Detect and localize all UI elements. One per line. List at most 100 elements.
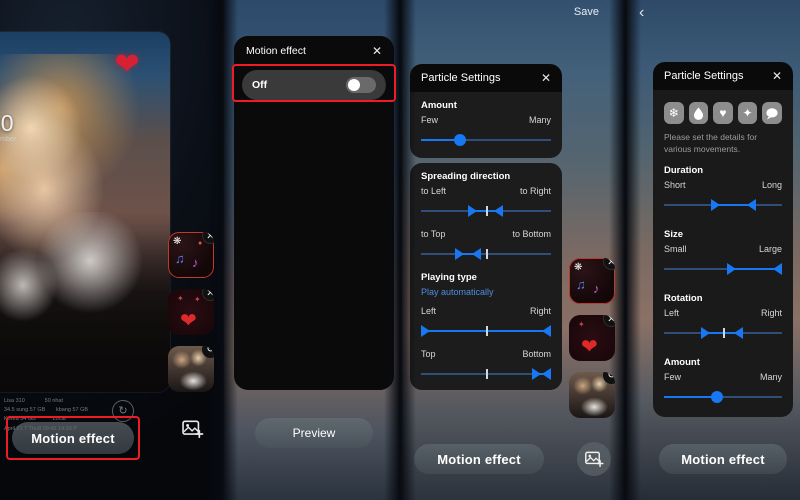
- motion-effect-toggle[interactable]: [346, 77, 376, 93]
- group-endpoints: to Top to Bottom: [421, 229, 551, 239]
- particle-type-sparkle[interactable]: ✦: [737, 102, 758, 124]
- heart-icon: ❤: [180, 310, 197, 332]
- duration-slider[interactable]: [664, 198, 782, 211]
- heart-icon: ♥: [719, 106, 727, 120]
- group-endpoints: Top Bottom: [421, 349, 551, 359]
- slider-center-tick: [723, 327, 725, 338]
- group-title: Duration: [664, 164, 704, 176]
- slider-center-tick: [486, 369, 488, 379]
- group-title: Size: [664, 228, 684, 240]
- amount-slider[interactable]: [421, 134, 551, 146]
- motion-effect-button[interactable]: Motion effect: [414, 444, 544, 474]
- range-thumb-left[interactable]: [454, 248, 464, 260]
- remove-sticker-button[interactable]: ✕: [603, 258, 615, 270]
- slider-center-tick: [486, 249, 488, 259]
- group-amount: Amount Few Many: [410, 92, 562, 158]
- range-right-label: Many: [759, 371, 782, 382]
- particle-type-snowflake[interactable]: ❄: [664, 102, 684, 124]
- range-thumb-right[interactable]: [542, 325, 551, 337]
- rotation-slider[interactable]: [664, 326, 782, 339]
- slider-center-tick: [486, 326, 488, 336]
- group-title: Spreading direction: [421, 171, 511, 182]
- size-slider[interactable]: [664, 262, 782, 275]
- rail-item-heart[interactable]: ❤ ✦ ✦ ✕: [168, 289, 214, 335]
- meta-right-1: 50 nhat: [44, 397, 64, 404]
- group-endpoints: Few Many: [664, 372, 782, 382]
- group-spreading-direction: Spreading direction to Left to Right to …: [410, 163, 562, 390]
- range-thumb-left[interactable]: [726, 262, 736, 275]
- remove-sticker-button[interactable]: ✕: [202, 232, 214, 244]
- dot-icon: ●: [198, 240, 203, 247]
- meta-line-2: 34.5 sung 57 GB: [4, 406, 46, 413]
- add-image-button[interactable]: [577, 442, 611, 476]
- rotate-sticker-button[interactable]: ↻: [202, 346, 214, 358]
- range-right-label: Right: [529, 306, 551, 316]
- range-right-label: Long: [761, 179, 782, 190]
- particle-settings-sheet: Particle Settings ✕ Amount Few Many Spre…: [410, 64, 562, 395]
- range-left-label: Short: [664, 179, 686, 190]
- preview-button[interactable]: Preview: [255, 418, 373, 448]
- amount-slider[interactable]: [664, 390, 782, 403]
- range-thumb-right[interactable]: [747, 198, 757, 211]
- lockscreen-clock: 09:10: [0, 110, 15, 136]
- playing-horizontal-slider[interactable]: [421, 325, 551, 337]
- range-left-label: Left: [421, 306, 437, 316]
- range-thumb-right[interactable]: [542, 368, 551, 380]
- save-button[interactable]: Save: [574, 6, 599, 18]
- range-thumb-right[interactable]: [734, 326, 744, 339]
- close-icon[interactable]: ✕: [772, 70, 782, 82]
- playing-vertical-slider[interactable]: [421, 368, 551, 380]
- particle-type-heart[interactable]: ♥: [713, 102, 733, 124]
- range-thumb-right[interactable]: [471, 248, 481, 260]
- group-title: Amount: [664, 356, 700, 368]
- slider-thumb[interactable]: [711, 390, 724, 403]
- range-thumb-right[interactable]: [493, 205, 503, 217]
- range-thumb-left[interactable]: [531, 368, 541, 380]
- range-thumb-left[interactable]: [700, 326, 710, 339]
- spread-vertical-slider[interactable]: [421, 248, 551, 260]
- rail-item-music-notes[interactable]: ❋ ♫ ♪ ✕: [569, 258, 615, 304]
- spread-horizontal-slider[interactable]: [421, 205, 551, 217]
- remove-sticker-button[interactable]: ✕: [603, 315, 615, 327]
- particle-type-bubble[interactable]: [762, 102, 782, 124]
- add-image-button[interactable]: [171, 412, 215, 446]
- photo-subject-clothing: [0, 212, 170, 335]
- panel3-right-shadow: [609, 0, 625, 500]
- motion-effect-button[interactable]: Motion effect: [659, 444, 787, 474]
- music-note-icon: ♫: [175, 251, 185, 266]
- rail-item-music-notes[interactable]: ❋ ♫ ♪ ● ✕: [168, 232, 214, 278]
- group-endpoints: to Left to Right: [421, 186, 551, 196]
- particle-type-water-drop[interactable]: [688, 102, 709, 124]
- motion-effect-toggle-row[interactable]: Off: [242, 70, 386, 100]
- range-right-label: to Bottom: [512, 229, 551, 239]
- particle-settings-sheet: Particle Settings ✕ ❄ ♥ ✦ Please set the…: [653, 62, 793, 417]
- group-endpoints: Left Right: [664, 308, 782, 318]
- range-thumb-left[interactable]: [467, 205, 477, 217]
- slider-thumb[interactable]: [454, 134, 466, 146]
- close-icon[interactable]: ✕: [372, 45, 382, 57]
- playing-type-value[interactable]: Play automatically: [421, 287, 551, 297]
- range-thumb-right[interactable]: [773, 262, 782, 275]
- screenshot-root: ❤ 09:10 Thu, 7 November Lisa 310 50 nhat…: [0, 0, 800, 500]
- range-thumb-left[interactable]: [711, 198, 721, 211]
- back-button[interactable]: ‹: [639, 4, 644, 22]
- group-title: Rotation: [664, 292, 703, 304]
- rail-item-heart[interactable]: ❤ ✦ ✕: [569, 315, 615, 361]
- add-image-icon: [182, 420, 204, 438]
- motion-effect-sheet: Motion effect ✕ Off: [234, 36, 394, 390]
- group-endpoints: Left Right: [421, 306, 551, 316]
- photo-preview[interactable]: ❤ 09:10 Thu, 7 November: [0, 32, 170, 392]
- remove-sticker-button[interactable]: ✕: [202, 289, 214, 301]
- rotate-sticker-button[interactable]: ↻: [603, 372, 615, 384]
- range-left-label: to Left: [421, 186, 447, 196]
- range-thumb-left[interactable]: [421, 325, 430, 337]
- close-icon[interactable]: ✕: [541, 72, 551, 84]
- panel-divider-1: [222, 0, 224, 500]
- panel4-left-shadow: [625, 0, 641, 500]
- group-endpoints: Small Large: [664, 244, 782, 254]
- group-title: Playing type: [421, 272, 477, 283]
- sparkle-icon: ✦: [578, 320, 585, 329]
- rail-item-photo[interactable]: ↻: [168, 346, 214, 392]
- range-left-label: Few: [664, 371, 682, 382]
- rail-item-photo[interactable]: ↻: [569, 372, 615, 418]
